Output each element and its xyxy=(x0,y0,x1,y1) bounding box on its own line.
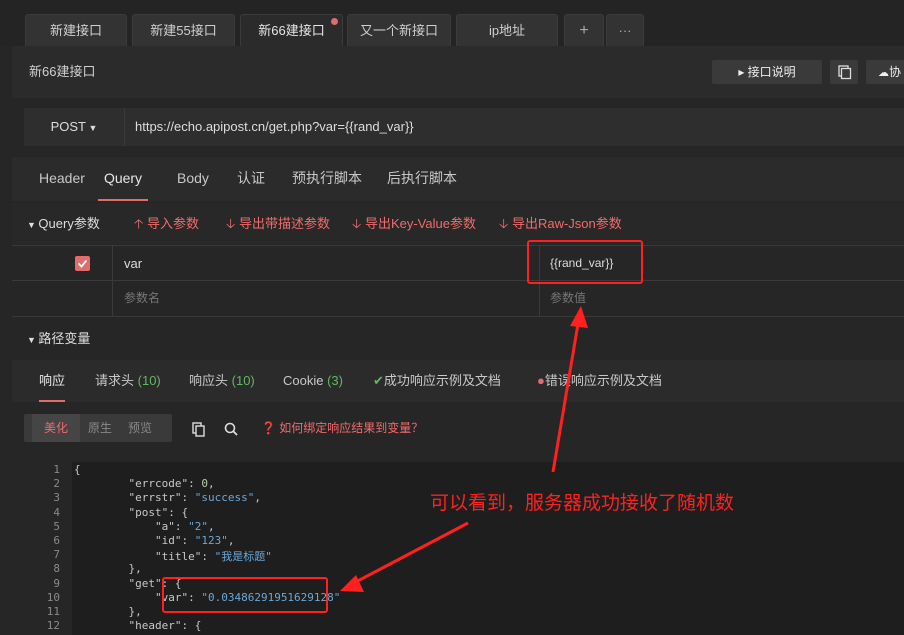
arrow-head-up xyxy=(570,306,588,328)
annotation-text: 可以看到，服务器成功接收了随机数 xyxy=(430,493,735,514)
arrow-head-left xyxy=(340,575,364,592)
arrow-line-up xyxy=(551,317,581,473)
arrow-line-left xyxy=(351,521,469,586)
annotation-arrows xyxy=(340,306,588,592)
